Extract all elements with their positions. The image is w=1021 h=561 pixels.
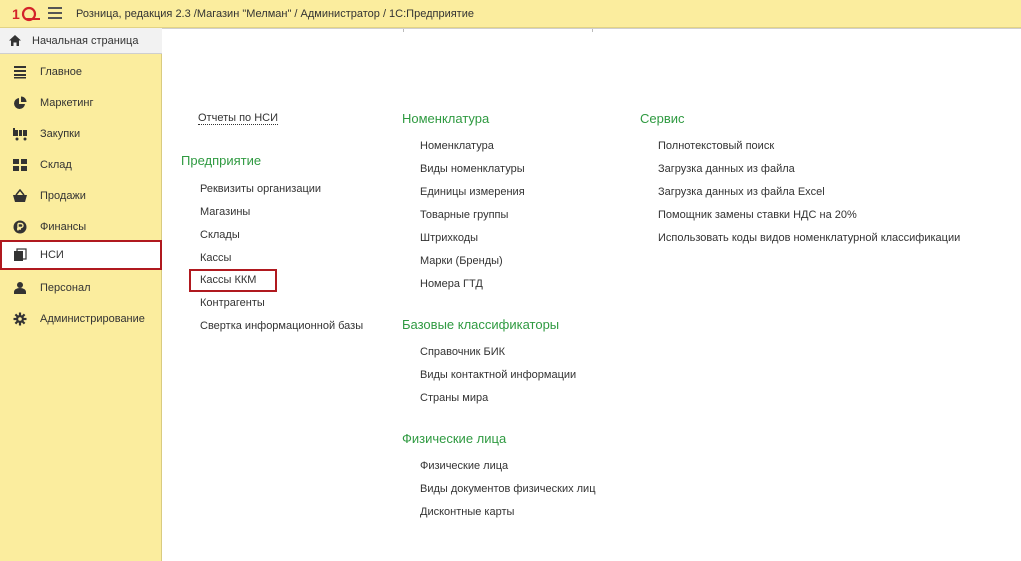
section-title-enterprise: Предприятие bbox=[181, 153, 262, 168]
reports-link[interactable]: Отчеты по НСИ bbox=[198, 112, 279, 125]
sidebar-item-label: Маркетинг bbox=[40, 97, 94, 109]
link-counterparties[interactable]: Контрагенты bbox=[200, 297, 265, 309]
sidebar-item-administration[interactable]: Администрирование bbox=[0, 304, 162, 334]
book-icon bbox=[14, 248, 27, 261]
link-use-classification-codes[interactable]: Использовать коды видов номенклатурной к… bbox=[658, 232, 960, 244]
section-content: Отчеты по НСИ Предприятие Реквизиты орга… bbox=[162, 28, 1021, 561]
link-product-groups[interactable]: Товарные группы bbox=[420, 209, 508, 221]
person-icon bbox=[14, 282, 26, 294]
link-organization-details[interactable]: Реквизиты организации bbox=[200, 183, 321, 195]
coin-icon bbox=[13, 220, 27, 234]
sidebar-item-label: Администрирование bbox=[40, 313, 145, 325]
sidebar-item-sales[interactable]: Продажи bbox=[0, 181, 162, 211]
link-infobase-collapse[interactable]: Свертка информационной базы bbox=[200, 320, 363, 332]
link-discount-cards[interactable]: Дисконтные карты bbox=[420, 506, 514, 518]
sidebar-item-label: Продажи bbox=[40, 190, 86, 202]
section-title-nomenclature[interactable]: Номенклатура bbox=[402, 111, 489, 126]
svg-text:1: 1 bbox=[12, 6, 20, 22]
sidebar-item-warehouse[interactable]: Склад bbox=[0, 150, 162, 180]
cart-icon bbox=[13, 128, 27, 141]
sidebar-item-label: Финансы bbox=[40, 221, 87, 233]
section-title-persons[interactable]: Физические лица bbox=[402, 431, 506, 446]
link-world-countries[interactable]: Страны мира bbox=[420, 392, 488, 404]
sidebar-item-label: Главное bbox=[40, 66, 83, 78]
link-persons[interactable]: Физические лица bbox=[420, 460, 508, 472]
link-fulltext-search[interactable]: Полнотекстовый поиск bbox=[658, 140, 774, 152]
sidebar-item-personnel[interactable]: Персонал bbox=[0, 273, 162, 303]
sidebar-item-marketing[interactable]: Маркетинг bbox=[0, 88, 162, 118]
link-barcodes[interactable]: Штрихкоды bbox=[420, 232, 478, 244]
sidebar-item-main[interactable]: Главное bbox=[0, 57, 162, 87]
link-gtd-numbers[interactable]: Номера ГТД bbox=[420, 278, 483, 290]
link-bik-directory[interactable]: Справочник БИК bbox=[420, 346, 505, 358]
link-load-from-excel[interactable]: Загрузка данных из файла Excel bbox=[658, 186, 825, 198]
tab-divider bbox=[403, 29, 404, 32]
highlight-frame bbox=[189, 269, 277, 292]
link-person-document-types[interactable]: Виды документов физических лиц bbox=[420, 483, 596, 495]
section-title-service: Сервис bbox=[640, 111, 685, 126]
link-stores[interactable]: Магазины bbox=[200, 206, 250, 218]
link-contact-info-types[interactable]: Виды контактной информации bbox=[420, 369, 576, 381]
home-page-label: Начальная страница bbox=[32, 35, 139, 47]
home-page-tab[interactable]: Начальная страница bbox=[0, 28, 162, 54]
sidebar-item-label: Склад bbox=[40, 159, 72, 171]
hamburger-menu-icon[interactable] bbox=[48, 7, 62, 20]
sidebar-item-nsi[interactable]: НСИ bbox=[0, 240, 162, 270]
link-warehouses[interactable]: Склады bbox=[200, 229, 240, 241]
home-icon bbox=[9, 35, 21, 46]
grid-icon bbox=[13, 159, 27, 171]
link-nomenclature-types[interactable]: Виды номенклатуры bbox=[420, 163, 525, 175]
title-bar: 1 Розница, редакция 2.3 /Магазин "Мелман… bbox=[0, 0, 1021, 28]
link-cash-desks[interactable]: Кассы bbox=[200, 252, 231, 264]
basket-icon bbox=[13, 189, 27, 202]
sidebar-item-label: Закупки bbox=[40, 128, 81, 140]
1c-logo-icon[interactable]: 1 bbox=[12, 6, 40, 22]
sidebar-item-label: НСИ bbox=[40, 249, 64, 261]
sections-panel: Начальная страница Главное Маркетинг Зак… bbox=[0, 28, 162, 561]
link-nomenclature[interactable]: Номенклатура bbox=[420, 140, 494, 152]
sidebar-item-finance[interactable]: Финансы bbox=[0, 212, 162, 242]
list-icon bbox=[14, 66, 26, 79]
tab-divider bbox=[592, 29, 593, 32]
link-brands[interactable]: Марки (Бренды) bbox=[420, 255, 503, 267]
link-vat-rate-assistant[interactable]: Помощник замены ставки НДС на 20% bbox=[658, 209, 857, 221]
window-title: Розница, редакция 2.3 /Магазин "Мелман" … bbox=[76, 8, 474, 20]
link-units[interactable]: Единицы измерения bbox=[420, 186, 525, 198]
sidebar-item-purchases[interactable]: Закупки bbox=[0, 119, 162, 149]
section-title-classifiers: Базовые классификаторы bbox=[402, 317, 560, 332]
pie-chart-icon bbox=[14, 96, 27, 109]
gear-icon bbox=[13, 312, 27, 326]
link-load-from-file[interactable]: Загрузка данных из файла bbox=[658, 163, 795, 175]
sidebar-item-label: Персонал bbox=[40, 282, 91, 294]
